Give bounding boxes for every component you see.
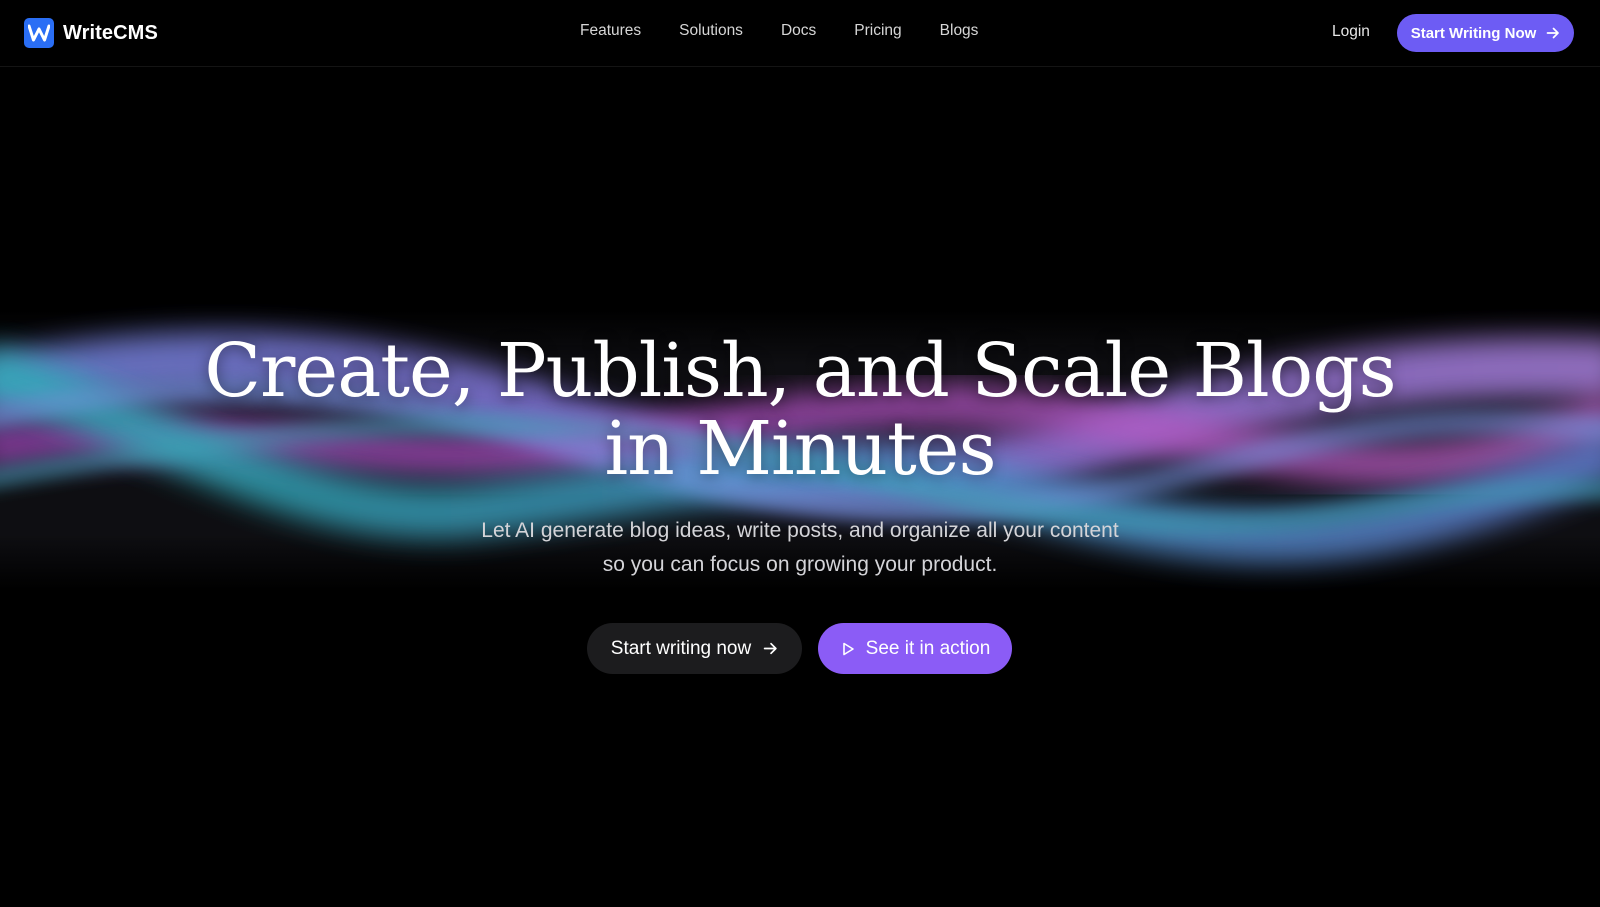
writecms-logo-icon [24,18,54,48]
login-link[interactable]: Login [1332,23,1370,41]
top-navigation: WriteCMS Features Solutions Docs Pricing… [0,0,1600,67]
main-nav-links: Features Solutions Docs Pricing Blogs [580,22,978,40]
start-writing-label: Start writing now [610,637,752,659]
arrow-right-icon [1546,27,1560,39]
arrow-right-icon [763,642,777,655]
w-letter-glyph [28,24,50,42]
start-writing-now-button[interactable]: Start Writing Now [1397,14,1574,52]
hero-subtitle-line-2: so you can focus on growing your product… [602,553,998,576]
hero-subtitle-line-1: Let AI generate blog ideas, write posts,… [481,519,1119,542]
hero-title-line-2: in Minutes [604,406,996,492]
nav-link-features[interactable]: Features [580,22,641,40]
play-icon [842,642,854,655]
start-writing-now-label: Start Writing Now [1410,24,1537,42]
see-it-in-action-label: See it in action [865,637,991,659]
brand-logo-link[interactable]: WriteCMS [24,18,158,48]
nav-link-pricing[interactable]: Pricing [854,22,901,40]
hero-subtitle: Let AI generate blog ideas, write posts,… [400,514,1200,582]
nav-link-blogs[interactable]: Blogs [940,22,979,40]
nav-link-solutions[interactable]: Solutions [679,22,743,40]
see-it-in-action-button[interactable]: See it in action [818,623,1012,674]
hero-title: Create, Publish, and Scale Blogs in Minu… [0,332,1600,488]
nav-link-docs[interactable]: Docs [781,22,816,40]
hero-title-line-1: Create, Publish, and Scale Blogs [204,328,1396,414]
start-writing-button[interactable]: Start writing now [587,623,802,674]
brand-name: WriteCMS [63,21,158,44]
